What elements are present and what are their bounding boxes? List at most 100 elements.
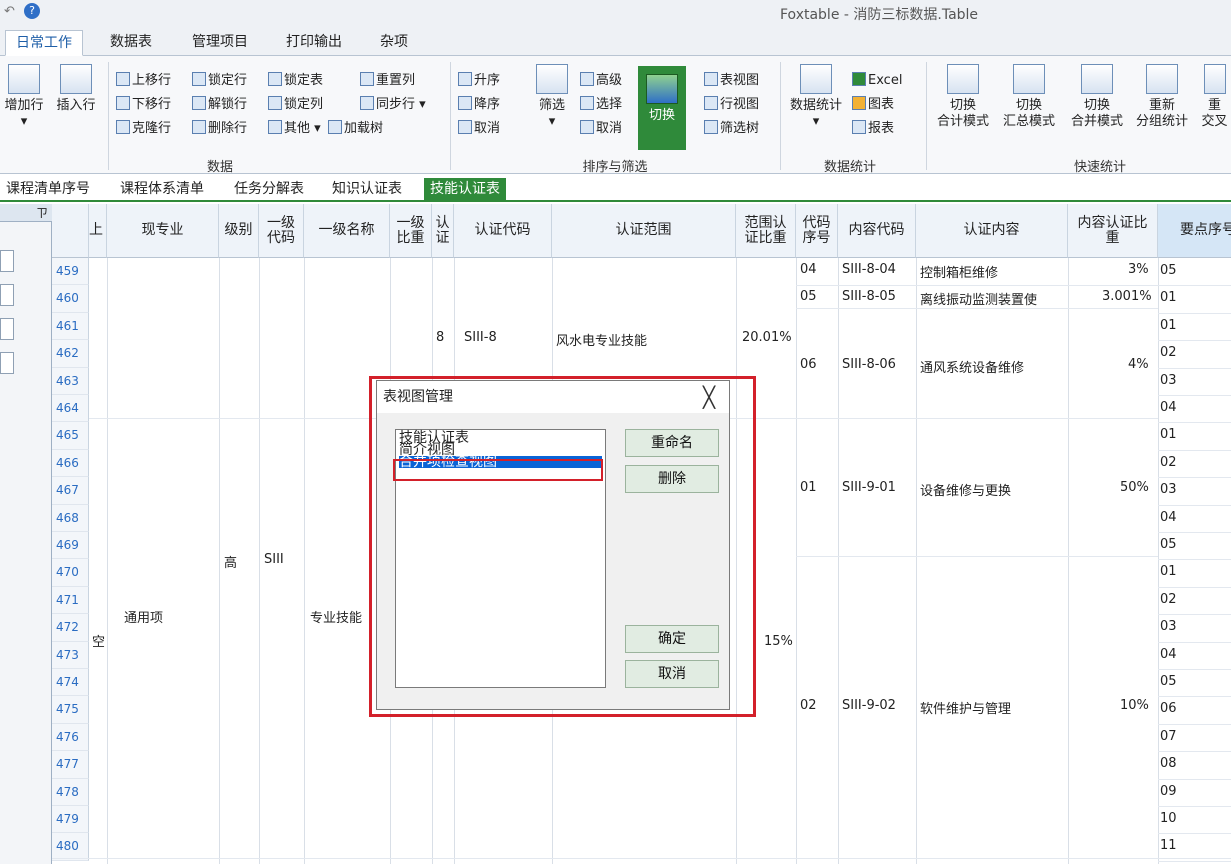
insert-row-button[interactable]: 插入行 [52, 64, 100, 114]
row-number[interactable]: 477 [52, 751, 89, 779]
sort-desc-icon [458, 96, 472, 110]
cross-stats-button[interactable]: 重交叉 [1198, 64, 1231, 130]
col-header-label: 一级比重 [396, 214, 425, 246]
panel-button[interactable] [0, 318, 14, 340]
row-number[interactable]: 478 [52, 778, 89, 806]
row-number[interactable]: 459 [52, 258, 89, 286]
select-filter-button[interactable]: 选择 [580, 96, 622, 113]
filter-button[interactable]: 筛选 ▾ [530, 64, 574, 130]
row-number[interactable]: 470 [52, 559, 89, 587]
row-number[interactable]: 476 [52, 723, 89, 752]
col-header[interactable]: 一级比重 [390, 204, 432, 258]
panel-button[interactable] [0, 352, 14, 374]
tab-daily[interactable]: 日常工作 [5, 30, 83, 56]
merge-mode-button[interactable]: 切换 合并模式 [1066, 64, 1128, 130]
point-seq-cell: 01 [1160, 317, 1177, 333]
help-icon[interactable]: ? [24, 3, 40, 19]
panel-button[interactable] [0, 250, 14, 272]
undo-icon[interactable]: ↶ [4, 4, 15, 19]
row-number[interactable]: 461 [52, 312, 89, 341]
cancel-filter-button[interactable]: 取消 [580, 120, 622, 137]
col-header[interactable]: 一级代码 [259, 204, 304, 258]
doc-tab-task-breakdown[interactable]: 任务分解表 [230, 178, 308, 200]
col-header[interactable]: 现专业 [107, 204, 219, 258]
row-number[interactable]: 471 [52, 586, 89, 615]
sort-asc-button[interactable]: 升序 [458, 72, 500, 89]
col-header[interactable]: 上 [89, 204, 107, 258]
lock-row-button[interactable]: 锁定行 [192, 72, 247, 89]
col-header[interactable]: 认证 [432, 204, 454, 258]
sum-mode-button[interactable]: 切换 合计模式 [932, 64, 994, 130]
delete-row-button[interactable]: 删除行 [192, 120, 247, 137]
sync-row-button[interactable]: 同步行 ▾ [360, 96, 426, 113]
pin-icon[interactable]: ㄗ [0, 204, 52, 222]
report-button[interactable]: 报表 [852, 120, 894, 137]
doc-tab-knowledge[interactable]: 知识认证表 [328, 178, 406, 200]
row-number[interactable]: 465 [52, 422, 89, 450]
row-number[interactable]: 469 [52, 532, 89, 560]
col-header[interactable]: 范围认证比重 [736, 204, 796, 258]
excel-button[interactable]: Excel [852, 72, 902, 89]
lock-table-button[interactable]: 锁定表 [268, 72, 323, 89]
row-number[interactable]: 472 [52, 614, 89, 642]
doc-tab-skill[interactable]: 技能认证表 [424, 178, 506, 200]
row-number[interactable]: 473 [52, 641, 89, 669]
group-stats-button[interactable]: 重新 分组统计 [1130, 64, 1194, 130]
col-header[interactable]: 认证内容 [916, 204, 1068, 258]
filter-tree-button[interactable]: 筛选树 [704, 120, 759, 137]
row-number[interactable]: 480 [52, 833, 89, 861]
col-header[interactable]: 要点序号 [1158, 204, 1231, 258]
table-view-button[interactable]: 表视图 [704, 72, 759, 89]
other-label: 其他 [284, 121, 311, 136]
tab-datatable[interactable]: 数据表 [100, 30, 162, 56]
clone-row-button[interactable]: 克隆行 [116, 120, 171, 137]
col-header[interactable]: 认证范围 [552, 204, 736, 258]
row-number[interactable]: 467 [52, 477, 89, 505]
sort-desc-button[interactable]: 降序 [458, 96, 500, 113]
tab-manage[interactable]: 管理项目 [182, 30, 258, 56]
lock-column-button[interactable]: 锁定列 [268, 96, 323, 113]
row-number[interactable]: 475 [52, 696, 89, 724]
doc-tab-course-list[interactable]: 课程清单序号 [2, 178, 94, 200]
row-number[interactable]: 460 [52, 285, 89, 313]
move-up-button[interactable]: 上移行 [116, 72, 171, 89]
row-number[interactable]: 463 [52, 367, 89, 395]
switch-filter-button[interactable]: 切换 [638, 66, 686, 150]
row-number[interactable]: 479 [52, 806, 89, 834]
col-header[interactable]: 级别 [219, 204, 259, 258]
advanced-filter-button[interactable]: 高级 [580, 72, 622, 89]
row-number[interactable]: 474 [52, 669, 89, 697]
point-seq-cell: 08 [1160, 756, 1177, 772]
summary-mode-button[interactable]: 切换 汇总模式 [998, 64, 1060, 130]
col-header[interactable]: 内容代码 [838, 204, 916, 258]
row-number[interactable]: 466 [52, 449, 89, 478]
add-row-button[interactable]: 增加行 ▾ [2, 64, 46, 130]
load-tree-button[interactable]: 加载树 [328, 120, 383, 137]
other-button[interactable]: 其他 ▾ [268, 120, 321, 137]
doc-tab-course-system[interactable]: 课程体系清单 [116, 178, 208, 200]
move-down-button[interactable]: 下移行 [116, 96, 171, 113]
row-view-button[interactable]: 行视图 [704, 96, 759, 113]
data-stats-button[interactable]: 数据统计 ▾ [786, 64, 846, 130]
row-number[interactable]: 464 [52, 395, 89, 423]
tab-misc[interactable]: 杂项 [370, 30, 418, 56]
col-header[interactable]: 内容认证比重 [1068, 204, 1158, 258]
chart-button[interactable]: 图表 [852, 96, 894, 113]
unlock-row-button[interactable]: 解锁行 [192, 96, 247, 113]
reset-columns-button[interactable]: 重置列 [360, 72, 415, 89]
col-header[interactable]: 认证代码 [454, 204, 552, 258]
panel-button[interactable] [0, 284, 14, 306]
cancel-filter-label: 取消 [596, 121, 623, 136]
row-number[interactable]: 468 [52, 504, 89, 532]
cross-stats-label1: 重 [1207, 98, 1221, 113]
row-number[interactable]: 462 [52, 340, 89, 368]
row-view-label: 行视图 [720, 97, 760, 112]
col-header-label: 认证 [435, 214, 450, 246]
col-header[interactable]: 代码序号 [796, 204, 838, 258]
excel-label: Excel [868, 73, 903, 88]
auth-code-cell: SIII-8 [464, 330, 497, 345]
tab-print[interactable]: 打印输出 [276, 30, 352, 56]
content-text: 离线振动监测装置使 [920, 293, 1038, 308]
cancel-sort-button[interactable]: 取消 [458, 120, 500, 137]
col-header[interactable]: 一级名称 [304, 204, 390, 258]
